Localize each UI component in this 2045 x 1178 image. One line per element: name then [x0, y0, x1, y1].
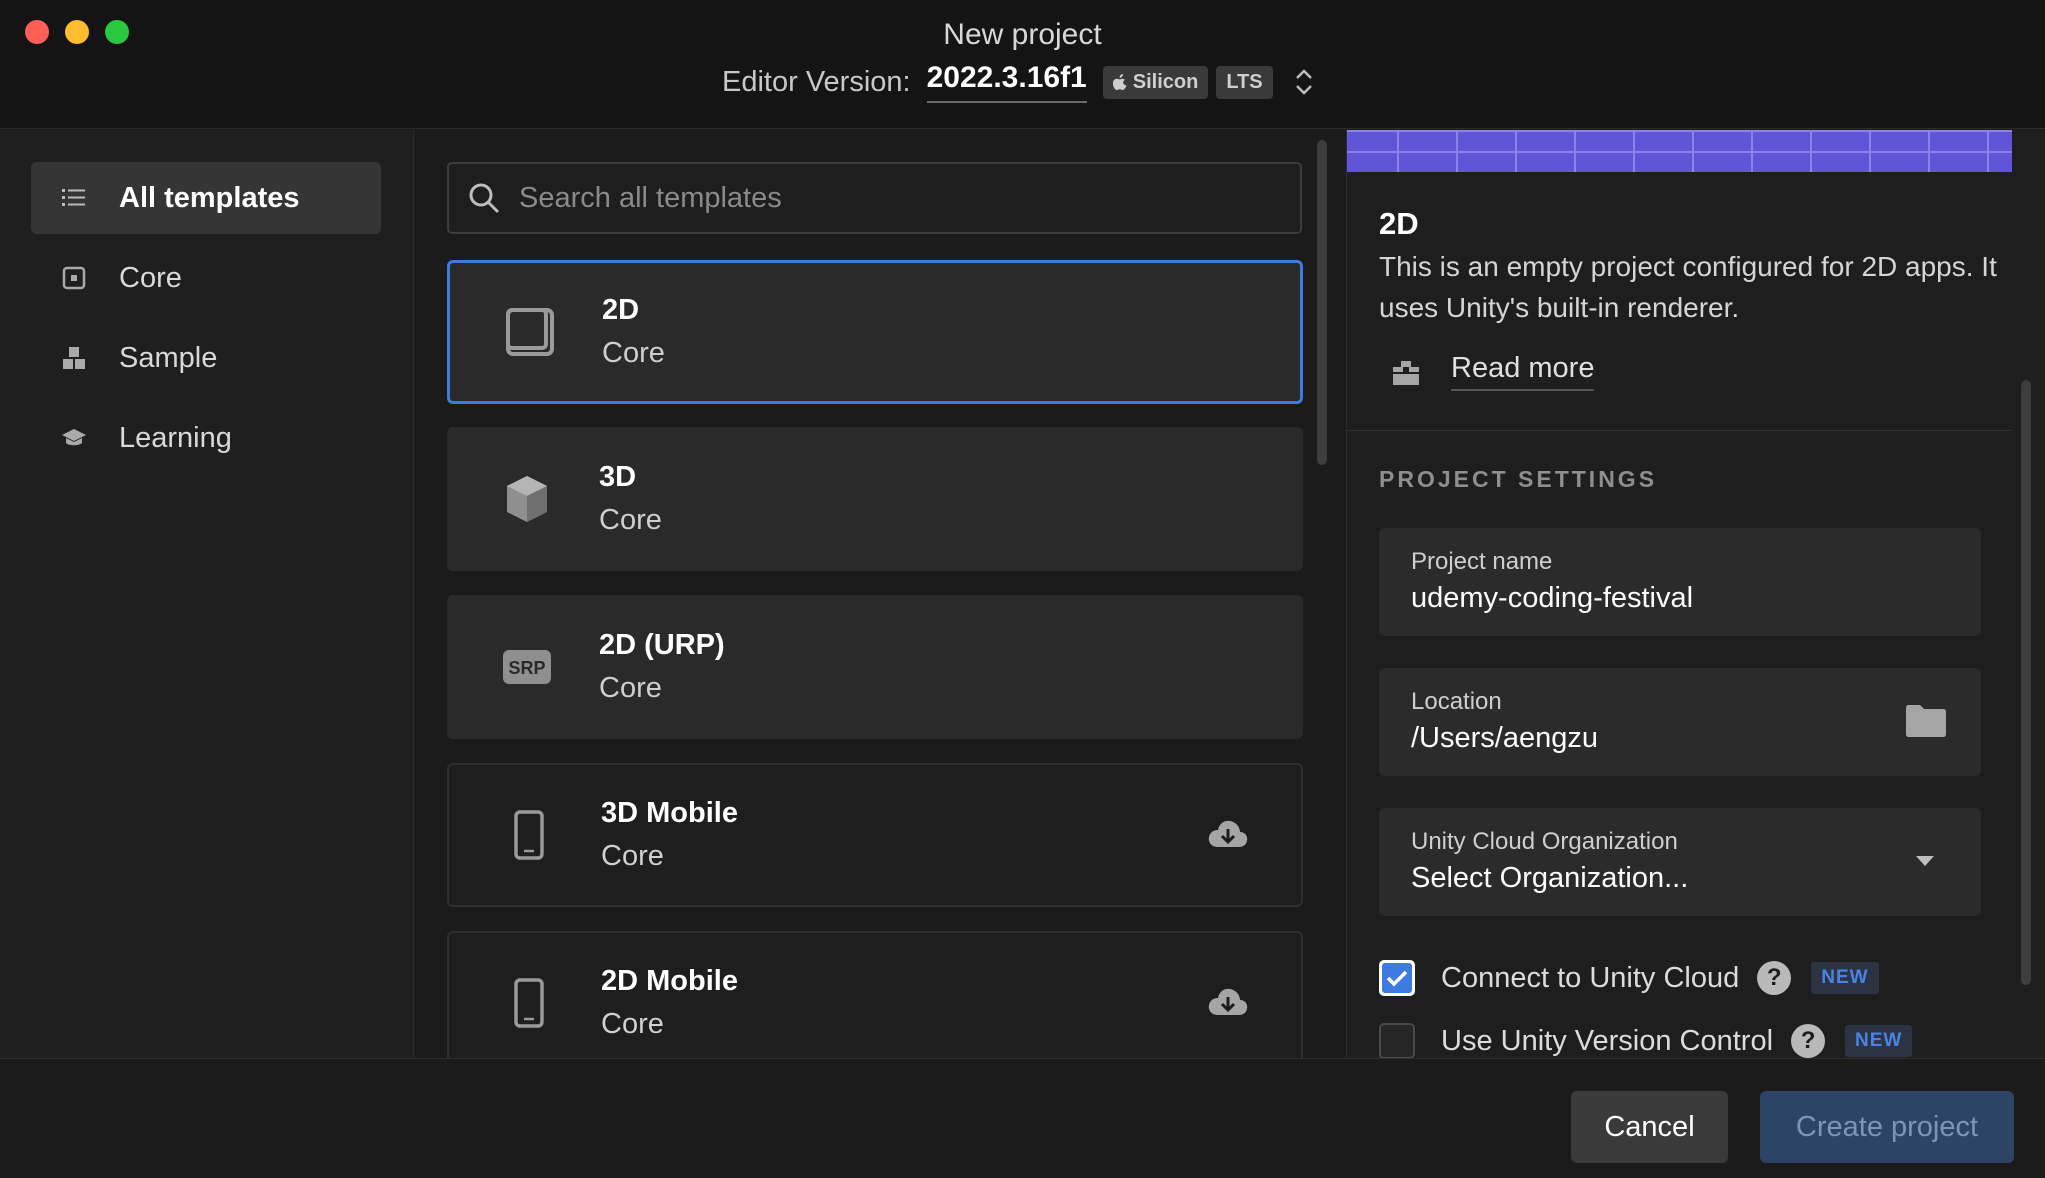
template-description: This is an empty project configured for … — [1379, 251, 1997, 323]
apple-icon — [1112, 74, 1127, 90]
lts-tag: LTS — [1216, 65, 1273, 99]
organization-label: Unity Cloud Organization — [1411, 828, 1678, 855]
help-icon[interactable]: ? — [1791, 1024, 1826, 1058]
template-category: Core — [601, 1008, 664, 1040]
editor-version-row: Editor Version: 2022.3.16f1 Silicon LTS — [722, 60, 1317, 104]
organization-selected-value: Select Organization... — [1411, 862, 1689, 894]
project-name-label: Project name — [1411, 548, 1553, 575]
list-icon — [61, 185, 87, 211]
template-card-3d[interactable]: 3D Core — [447, 427, 1303, 571]
silicon-tag-label: Silicon — [1132, 70, 1199, 93]
mobile-icon — [493, 799, 565, 871]
location-input[interactable] — [1411, 722, 1891, 755]
connect-unity-cloud-checkbox[interactable] — [1379, 960, 1415, 996]
srp-icon: SRP — [491, 631, 563, 703]
cancel-button[interactable]: Cancel — [1571, 1091, 1728, 1163]
mobile-icon — [493, 967, 565, 1039]
template-card-3d-mobile[interactable]: 3D Mobile Core — [447, 763, 1303, 907]
srp-icon-text: SRP — [508, 658, 545, 678]
template-card-2d[interactable]: 2D Core — [447, 260, 1303, 404]
project-name-input[interactable] — [1411, 582, 1891, 615]
sidebar: All templates Core Sample Learning — [0, 130, 414, 1058]
template-name: 2D Mobile — [601, 965, 738, 997]
chevron-down-icon — [1916, 856, 1934, 866]
details-panel-scrollbar[interactable] — [2021, 380, 2031, 985]
divider — [1347, 430, 2012, 431]
template-name: 3D — [599, 461, 637, 493]
connect-unity-cloud-row: Connect to Unity Cloud ? NEW — [1379, 960, 1879, 996]
template-list: 2D Core 3D Core SRP 2D (URP) Core 3D Mob… — [415, 130, 1345, 1058]
details-panel: 2D This is an empty project configured f… — [1346, 130, 2045, 1058]
search-box[interactable] — [447, 162, 1302, 234]
sidebar-item-core[interactable]: Core — [31, 242, 381, 314]
template-card-2d-mobile[interactable]: 2D Mobile Core — [447, 931, 1303, 1058]
sidebar-item-label: Sample — [119, 341, 218, 374]
template-category: Core — [601, 840, 664, 872]
sidebar-item-label: All templates — [119, 181, 300, 214]
editor-version-selector[interactable]: 2022.3.16f1 — [926, 61, 1087, 103]
cube-icon — [491, 463, 563, 535]
sample-icon — [61, 345, 87, 371]
learning-icon — [61, 425, 87, 451]
sidebar-item-all-templates[interactable]: All templates — [31, 162, 381, 234]
create-project-button[interactable]: Create project — [1760, 1091, 2014, 1163]
organization-dropdown[interactable]: Unity Cloud Organization Select Organiza… — [1379, 808, 1981, 916]
search-icon — [469, 183, 500, 214]
template-card-2d-urp[interactable]: SRP 2D (URP) Core — [447, 595, 1303, 739]
template-list-scrollbar[interactable] — [1317, 140, 1327, 465]
cloud-download-icon[interactable] — [1207, 817, 1249, 853]
chevron-up-down-icon[interactable] — [1291, 64, 1317, 100]
core-icon — [61, 265, 87, 291]
project-name-field[interactable]: Project name — [1379, 528, 1981, 636]
location-field[interactable]: Location — [1379, 668, 1981, 776]
sidebar-item-learning[interactable]: Learning — [31, 402, 381, 474]
package-icon — [1393, 360, 1419, 385]
template-name: 3D Mobile — [601, 797, 738, 829]
project-settings-heading: PROJECT SETTINGS — [1379, 466, 1658, 492]
window-title: New project — [943, 18, 1102, 51]
use-version-control-label: Use Unity Version Control — [1441, 1024, 1774, 1057]
help-icon[interactable]: ? — [1757, 961, 1792, 995]
location-label: Location — [1411, 688, 1502, 715]
template-name: 2D — [602, 294, 640, 326]
sidebar-item-label: Learning — [119, 421, 232, 454]
cloud-download-icon[interactable] — [1207, 985, 1249, 1021]
footer: Cancel Create project — [0, 1058, 2045, 1178]
folder-icon[interactable] — [1905, 704, 1947, 738]
sidebar-item-label: Core — [119, 261, 182, 294]
template-category: Core — [602, 337, 665, 369]
template-name: 2D (URP) — [599, 629, 725, 661]
search-input[interactable] — [519, 181, 1279, 215]
use-version-control-checkbox[interactable] — [1379, 1023, 1415, 1058]
2d-square-icon — [494, 296, 566, 368]
checkmark-icon — [1382, 963, 1412, 993]
title-bar: New project Editor Version: 2022.3.16f1 … — [0, 0, 2045, 129]
template-title: 2D — [1379, 206, 1419, 241]
new-badge: NEW — [1811, 962, 1879, 994]
template-category: Core — [599, 504, 662, 536]
read-more-label: Read more — [1451, 352, 1595, 391]
sidebar-item-sample[interactable]: Sample — [31, 322, 381, 394]
template-category: Core — [599, 672, 662, 704]
connect-unity-cloud-label: Connect to Unity Cloud — [1441, 961, 1740, 994]
new-badge: NEW — [1845, 1025, 1913, 1057]
use-version-control-row: Use Unity Version Control ? NEW — [1379, 1023, 1913, 1058]
editor-version-label: Editor Version: — [722, 65, 911, 98]
silicon-tag: Silicon — [1102, 65, 1209, 99]
read-more-link[interactable]: Read more — [1391, 352, 1595, 391]
template-preview-image — [1347, 130, 2012, 172]
